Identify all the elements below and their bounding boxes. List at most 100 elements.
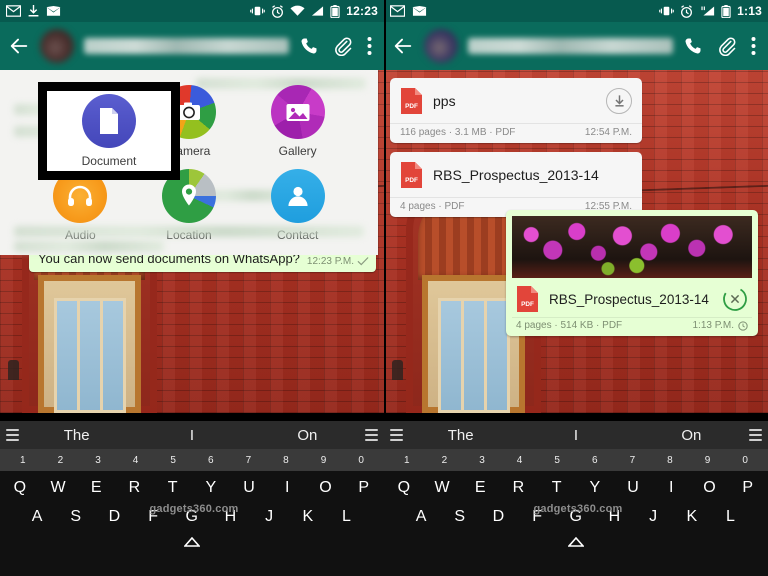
key-h[interactable]: H — [596, 508, 633, 526]
keyboard-menu-icon[interactable] — [748, 429, 762, 441]
key-4[interactable]: 4 — [501, 455, 539, 466]
key-l[interactable]: L — [328, 508, 365, 526]
attach-label: Gallery — [278, 144, 317, 159]
key-j[interactable]: J — [251, 508, 288, 526]
on-screen-keyboard: The I On 1 2 3 4 5 6 7 8 9 0 gadgets360.… — [0, 421, 768, 576]
document-bubble-outgoing[interactable]: PDF RBS_Prospectus_2013-14 4 pages · 514… — [506, 210, 758, 336]
key-8[interactable]: 8 — [651, 455, 689, 466]
key-4[interactable]: 4 — [117, 455, 155, 466]
call-icon[interactable] — [683, 36, 703, 56]
key-s[interactable]: S — [442, 508, 479, 526]
attach-icon[interactable] — [717, 36, 737, 56]
key-f[interactable]: F — [135, 508, 172, 526]
key-d[interactable]: D — [96, 508, 133, 526]
document-highlight-box[interactable]: Document — [38, 82, 180, 180]
key-a[interactable]: A — [19, 508, 56, 526]
shift-key[interactable] — [563, 537, 589, 550]
key-g[interactable]: G — [174, 508, 211, 526]
key-t[interactable]: T — [539, 479, 575, 497]
suggestion-word[interactable]: I — [518, 427, 633, 444]
call-icon[interactable] — [299, 36, 319, 56]
key-6[interactable]: 6 — [576, 455, 614, 466]
attach-item-gallery[interactable]: Gallery — [243, 80, 352, 164]
avatar[interactable] — [40, 29, 74, 63]
key-l[interactable]: L — [712, 508, 749, 526]
mail-icon — [46, 5, 61, 16]
key-y[interactable]: Y — [193, 479, 229, 497]
key-k[interactable]: K — [674, 508, 711, 526]
key-0[interactable]: 0 — [726, 455, 764, 466]
key-3[interactable]: 3 — [79, 455, 117, 466]
key-3[interactable]: 3 — [463, 455, 501, 466]
key-6[interactable]: 6 — [192, 455, 230, 466]
key-i[interactable]: I — [269, 479, 305, 497]
key-8[interactable]: 8 — [267, 455, 305, 466]
keyboard-menu-icon[interactable] — [390, 429, 403, 441]
avatar[interactable] — [424, 29, 458, 63]
back-arrow-icon[interactable] — [392, 35, 414, 57]
key-i[interactable]: I — [653, 479, 689, 497]
suggestion-word[interactable]: On — [250, 427, 365, 444]
key-k[interactable]: K — [290, 508, 327, 526]
key-u[interactable]: U — [231, 479, 267, 497]
overflow-icon[interactable] — [367, 36, 372, 56]
attach-icon[interactable] — [333, 36, 353, 56]
key-o[interactable]: O — [308, 479, 344, 497]
signal-icon — [312, 6, 324, 16]
key-h[interactable]: H — [212, 508, 249, 526]
key-f[interactable]: F — [519, 508, 556, 526]
key-u[interactable]: U — [615, 479, 651, 497]
key-7[interactable]: 7 — [230, 455, 268, 466]
document-bubble-incoming[interactable]: PDF pps 116 pages · 3.1 MB · PDF 12:54 P… — [390, 78, 642, 143]
status-system-icons: 12:23 — [250, 4, 378, 18]
keyboard-menu-icon[interactable] — [364, 429, 378, 441]
overflow-icon[interactable] — [751, 36, 756, 56]
key-p[interactable]: P — [730, 479, 766, 497]
download-icon — [614, 95, 624, 107]
suggestion-word[interactable]: The — [19, 427, 134, 444]
status-clock: 12:23 — [346, 4, 378, 18]
key-e[interactable]: E — [462, 479, 498, 497]
key-q[interactable]: Q — [386, 479, 422, 497]
suggestion-word[interactable]: I — [134, 427, 249, 444]
key-0[interactable]: 0 — [342, 455, 380, 466]
cancel-upload-button[interactable] — [722, 286, 748, 312]
key-y[interactable]: Y — [577, 479, 613, 497]
back-arrow-icon[interactable] — [8, 35, 30, 57]
key-p[interactable]: P — [346, 479, 382, 497]
key-t[interactable]: T — [155, 479, 191, 497]
contact-name[interactable] — [84, 38, 289, 54]
suggestion-word[interactable]: The — [403, 427, 518, 444]
svg-text:PDF: PDF — [405, 103, 418, 110]
key-9[interactable]: 9 — [305, 455, 343, 466]
suggestion-word[interactable]: On — [634, 427, 749, 444]
key-a[interactable]: A — [403, 508, 440, 526]
blurred-text — [196, 78, 366, 89]
key-w[interactable]: W — [424, 479, 460, 497]
key-e[interactable]: E — [78, 479, 114, 497]
key-w[interactable]: W — [40, 479, 76, 497]
key-j[interactable]: J — [635, 508, 672, 526]
key-9[interactable]: 9 — [689, 455, 727, 466]
keyboard-menu-icon[interactable] — [6, 429, 19, 441]
document-bubble-incoming[interactable]: PDF RBS_Prospectus_2013-14 4 pages · PDF… — [390, 152, 642, 217]
shift-key[interactable] — [179, 537, 205, 550]
key-2[interactable]: 2 — [426, 455, 464, 466]
key-r[interactable]: R — [117, 479, 153, 497]
key-r[interactable]: R — [501, 479, 537, 497]
key-5[interactable]: 5 — [538, 455, 576, 466]
contact-name[interactable] — [468, 38, 673, 54]
document-name: pps — [433, 93, 456, 109]
key-1[interactable]: 1 — [4, 455, 42, 466]
key-s[interactable]: S — [58, 508, 95, 526]
key-q[interactable]: Q — [2, 479, 38, 497]
download-button[interactable] — [606, 88, 632, 114]
key-o[interactable]: O — [692, 479, 728, 497]
key-2[interactable]: 2 — [42, 455, 80, 466]
key-5[interactable]: 5 — [154, 455, 192, 466]
key-d[interactable]: D — [480, 508, 517, 526]
key-7[interactable]: 7 — [614, 455, 652, 466]
attach-label-highlighted: Document — [81, 154, 137, 168]
key-1[interactable]: 1 — [388, 455, 426, 466]
key-g[interactable]: G — [558, 508, 595, 526]
